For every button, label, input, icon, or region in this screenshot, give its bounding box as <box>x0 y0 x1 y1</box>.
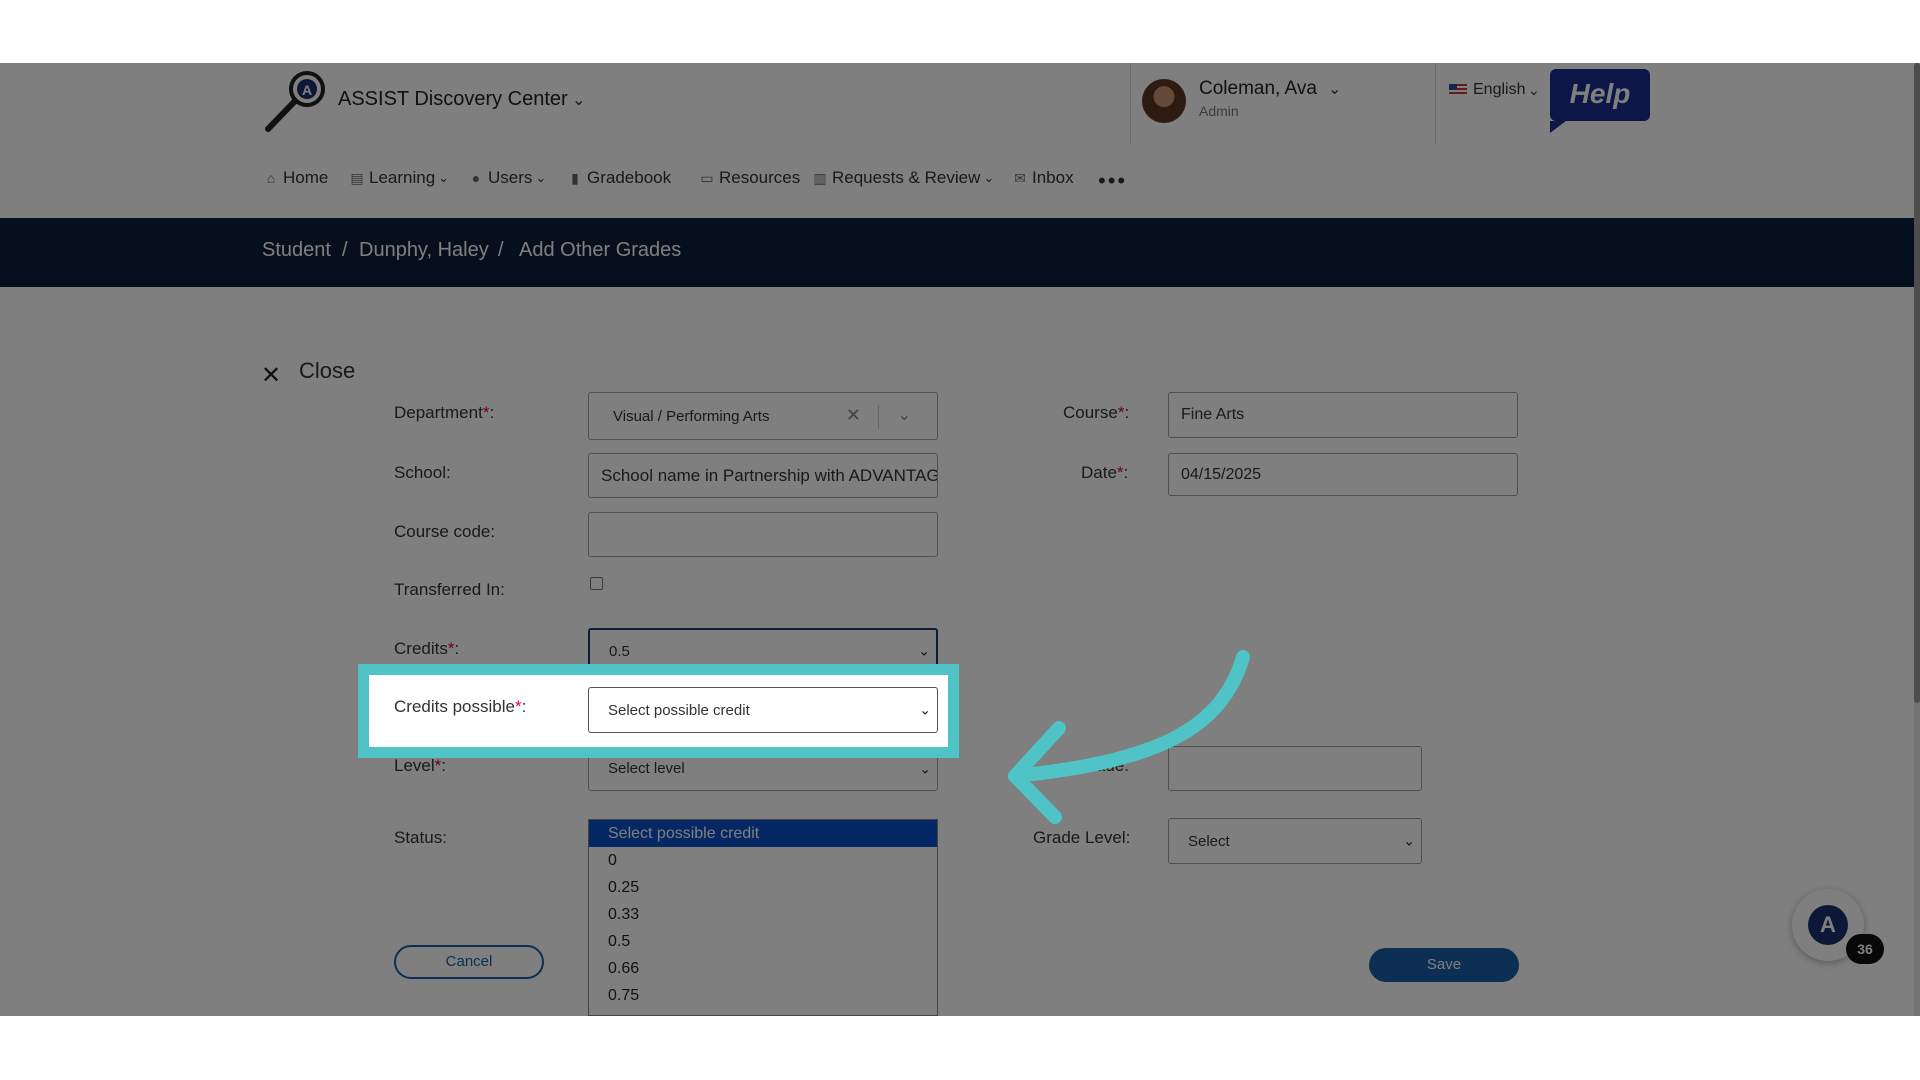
credits-possible-label: Credits possible*: <box>394 697 527 716</box>
department-value: Visual / Performing Arts <box>613 407 770 425</box>
grade-level-value: Select <box>1188 832 1230 850</box>
chevron-down-icon: ⌄ <box>919 760 931 776</box>
more-menu-icon[interactable]: ••• <box>1098 168 1127 194</box>
chevron-down-icon: ⌄ <box>983 170 995 185</box>
school-label: School: <box>394 463 451 482</box>
breadcrumb-current: Add Other Grades <box>519 239 682 261</box>
learning-icon: ▤ <box>350 170 364 186</box>
app-switcher-chevron-icon[interactable]: ⌄ <box>572 90 585 110</box>
level-label: Level*: <box>394 756 446 775</box>
course-value: Fine Arts <box>1181 406 1245 423</box>
level-value: Select level <box>608 760 685 777</box>
cancel-button[interactable]: Cancel <box>394 945 544 979</box>
course-label: Course*: <box>1063 403 1130 422</box>
nav-label: Users <box>488 168 533 187</box>
page-scrollbar-thumb[interactable] <box>1914 63 1920 703</box>
status-label: Status: <box>394 828 447 847</box>
department-select[interactable]: Visual / Performing Arts ✕ ⌄ <box>588 392 938 440</box>
course-code-input[interactable] <box>588 512 938 557</box>
nav-label: Inbox <box>1032 168 1074 187</box>
school-value: School name in Partnership with ADVANTAG… <box>601 465 938 485</box>
close-icon[interactable]: ✕ <box>261 361 281 390</box>
chevron-down-icon: ⌄ <box>535 170 547 185</box>
credits-possible-value: Select possible credit <box>608 701 750 719</box>
nav-home[interactable]: ⌂ Home <box>263 168 329 188</box>
svg-text:A: A <box>302 82 312 98</box>
option-0-66[interactable]: 0.66 <box>589 955 937 982</box>
date-input[interactable]: 04/15/2025 <box>1168 453 1518 496</box>
chevron-down-icon: ⌄ <box>919 701 931 718</box>
transferred-in-checkbox[interactable] <box>590 577 603 590</box>
nav-label: Gradebook <box>587 168 672 187</box>
header-divider <box>1435 63 1436 145</box>
chevron-down-icon[interactable]: ⌄ <box>898 405 911 425</box>
nav-label: Learning <box>369 168 436 187</box>
home-icon: ⌂ <box>266 170 276 186</box>
date-value: 04/15/2025 <box>1181 465 1262 483</box>
nav-label: Home <box>283 168 329 187</box>
nav-requests-review[interactable]: ▥ Requests & Review ⌄ <box>812 168 994 188</box>
breadcrumb-separator: / <box>498 239 504 261</box>
user-avatar[interactable] <box>1142 79 1186 123</box>
nav-label: Requests & Review <box>832 168 981 187</box>
credits-value: 0.5 <box>609 642 630 660</box>
option-0-33[interactable]: 0.33 <box>589 901 937 928</box>
app-window: A ASSIST Discovery Center ⌄ Coleman, Ava… <box>0 63 1920 1016</box>
chevron-down-icon: ⌄ <box>1403 832 1415 849</box>
app-name[interactable]: ASSIST Discovery Center <box>338 88 568 111</box>
course-code-label: Course code: <box>394 522 496 541</box>
option-0-25[interactable]: 0.25 <box>589 874 937 901</box>
option-select-possible-credit[interactable]: Select possible credit <box>589 820 937 847</box>
help-button[interactable]: Help <box>1550 69 1650 133</box>
save-button[interactable]: Save <box>1369 948 1519 982</box>
users-icon: ● <box>471 170 481 186</box>
resources-icon: ▭ <box>700 170 714 186</box>
close-button[interactable]: Close <box>299 358 355 384</box>
breadcrumb-separator: / <box>342 239 348 261</box>
header-divider <box>1130 63 1131 145</box>
nav-inbox[interactable]: ✉ Inbox <box>1012 168 1074 188</box>
user-menu-chevron-icon[interactable]: ⌄ <box>1328 79 1341 99</box>
pointer-arrow-icon <box>1008 650 1250 824</box>
nav-resources[interactable]: ▭ Resources <box>699 168 800 188</box>
option-0[interactable]: 0 <box>589 847 937 874</box>
chevron-down-icon: ⌄ <box>438 170 450 185</box>
assist-chat-icon: A <box>1808 905 1848 945</box>
breadcrumb-student-name[interactable]: Dunphy, Haley <box>359 239 489 262</box>
gradebook-icon: ▮ <box>571 170 579 186</box>
option-0-5[interactable]: 0.5 <box>589 928 937 955</box>
chevron-down-icon: ⌄ <box>918 642 930 659</box>
credits-label: Credits*: <box>394 639 460 658</box>
school-input[interactable]: School name in Partnership with ADVANTAG… <box>588 453 938 498</box>
select-divider <box>878 405 879 429</box>
nav-label: Resources <box>719 168 801 187</box>
inbox-icon: ✉ <box>1014 170 1026 186</box>
breadcrumb-student[interactable]: Student <box>262 239 331 262</box>
nav-users[interactable]: ● Users ⌄ <box>468 168 547 188</box>
option-0-75[interactable]: 0.75 <box>589 982 937 1009</box>
course-input[interactable]: Fine Arts <box>1168 392 1518 438</box>
us-flag-icon <box>1449 84 1467 96</box>
magnifier-logo-icon: A <box>265 71 325 132</box>
requests-icon: ▥ <box>813 170 827 186</box>
clear-icon[interactable]: ✕ <box>846 405 861 426</box>
chat-notification-badge: 36 <box>1846 934 1884 964</box>
date-label: Date*: <box>1081 463 1129 482</box>
language-chevron-icon[interactable]: ⌄ <box>1528 82 1540 99</box>
credits-possible-select[interactable]: Select possible credit ⌄ <box>588 687 938 733</box>
language-selector[interactable]: English <box>1473 81 1525 99</box>
user-role: Admin <box>1199 103 1239 119</box>
department-label: Department*: <box>394 403 495 422</box>
credits-possible-options-list: Select possible credit 0 0.25 0.33 0.5 0… <box>588 819 938 1016</box>
user-name[interactable]: Coleman, Ava <box>1199 78 1317 100</box>
nav-gradebook[interactable]: ▮ Gradebook <box>567 168 671 188</box>
transferred-in-label: Transferred In: <box>394 580 505 599</box>
nav-learning[interactable]: ▤ Learning ⌄ <box>349 168 449 188</box>
